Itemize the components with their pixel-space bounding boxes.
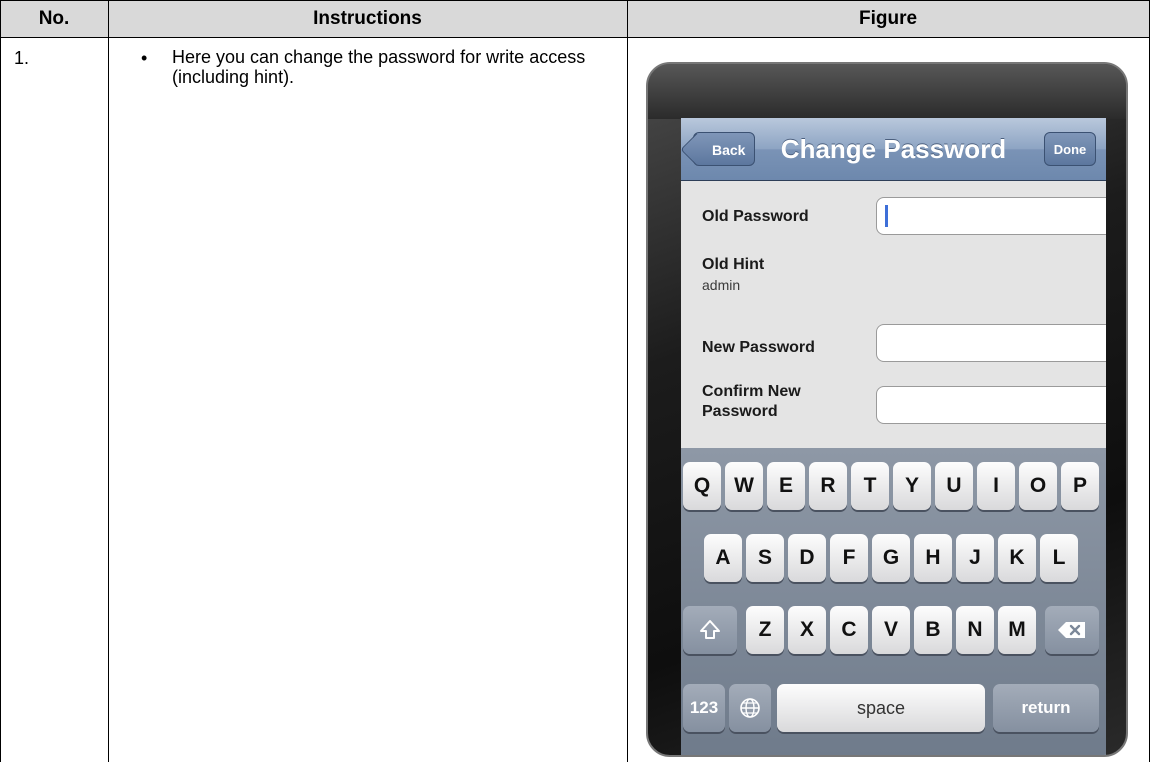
key-r[interactable]: R: [809, 462, 847, 510]
backspace-icon: [1058, 622, 1085, 639]
key-c[interactable]: C: [830, 606, 868, 654]
confirm-password-field[interactable]: [876, 386, 1106, 424]
key-j[interactable]: J: [956, 534, 994, 582]
key-w[interactable]: W: [725, 462, 763, 510]
key-i[interactable]: I: [977, 462, 1015, 510]
key-h[interactable]: H: [914, 534, 952, 582]
back-button-label: Back: [712, 142, 746, 158]
key-z[interactable]: Z: [746, 606, 784, 654]
key-l[interactable]: L: [1040, 534, 1078, 582]
table-border-left: [0, 0, 1, 762]
table-divider-2: [627, 0, 628, 762]
key-t[interactable]: T: [851, 462, 889, 510]
new-password-label: New Password: [702, 339, 815, 356]
confirm-password-label-line2: Password: [702, 403, 778, 420]
backspace-key[interactable]: [1045, 606, 1099, 654]
key-y[interactable]: Y: [893, 462, 931, 510]
key-d[interactable]: D: [788, 534, 826, 582]
navigation-bar: Change Password Back Done: [681, 118, 1106, 181]
shift-key[interactable]: [683, 606, 737, 654]
instruction-text: Here you can change the password for wri…: [172, 47, 586, 87]
key-e[interactable]: E: [767, 462, 805, 510]
return-key[interactable]: return: [993, 684, 1099, 732]
old-password-label: Old Password: [702, 208, 809, 225]
header-figure: Figure: [858, 8, 918, 29]
done-button[interactable]: Done: [1044, 132, 1096, 166]
table-divider-1: [108, 0, 109, 762]
phone-figure: Change Password Back Done Old Password O…: [646, 62, 1128, 757]
old-hint-value: admin: [702, 277, 741, 293]
key-m[interactable]: M: [998, 606, 1036, 654]
key-f[interactable]: F: [830, 534, 868, 582]
key-k[interactable]: K: [998, 534, 1036, 582]
back-button[interactable]: Back: [693, 132, 755, 166]
key-x[interactable]: X: [788, 606, 826, 654]
old-password-field[interactable]: [876, 197, 1106, 235]
onscreen-keyboard: Q W E R T Y U I O P A S D F G H J K L Z …: [681, 448, 1106, 755]
phone-screen: Change Password Back Done Old Password O…: [681, 118, 1106, 755]
header-instructions: Instructions: [313, 8, 422, 29]
key-a[interactable]: A: [704, 534, 742, 582]
bullet: •: [141, 48, 148, 68]
key-n[interactable]: N: [956, 606, 994, 654]
old-hint-label: Old Hint: [702, 256, 765, 273]
key-o[interactable]: O: [1019, 462, 1057, 510]
space-key[interactable]: space: [777, 684, 985, 732]
row-number: 1.: [14, 48, 30, 68]
header-no: No.: [38, 8, 70, 29]
key-s[interactable]: S: [746, 534, 784, 582]
key-b[interactable]: B: [914, 606, 952, 654]
key-g[interactable]: G: [872, 534, 910, 582]
shift-icon: [700, 620, 720, 640]
globe-key[interactable]: [729, 684, 771, 732]
text-cursor: [885, 205, 888, 227]
confirm-password-label-line1: Confirm New: [702, 383, 801, 400]
new-password-field[interactable]: [876, 324, 1106, 362]
numbers-key[interactable]: 123: [683, 684, 725, 732]
globe-icon: [740, 698, 760, 719]
phone-status-area: [648, 64, 1126, 119]
key-p[interactable]: P: [1061, 462, 1099, 510]
key-q[interactable]: Q: [683, 462, 721, 510]
key-u[interactable]: U: [935, 462, 973, 510]
key-v[interactable]: V: [872, 606, 910, 654]
